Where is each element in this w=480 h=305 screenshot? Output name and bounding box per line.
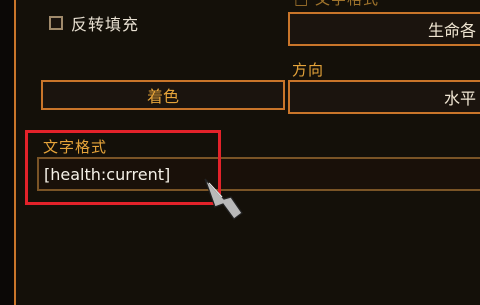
direction-label: 方向 [292,61,325,79]
reverse-fill-label: 反转填充 [71,15,140,34]
direction-dropdown[interactable]: 水平 [288,80,480,114]
health-dropdown[interactable]: 生命各 [288,12,480,46]
text-format-highlight [25,130,221,205]
top-clipped-label: □ 文字格式 [294,0,379,9]
reverse-fill-checkbox[interactable] [49,16,63,30]
reverse-fill-row[interactable]: 反转填充 [49,12,139,34]
color-button[interactable]: 着色 [41,80,285,110]
mouse-cursor-icon [204,178,243,220]
